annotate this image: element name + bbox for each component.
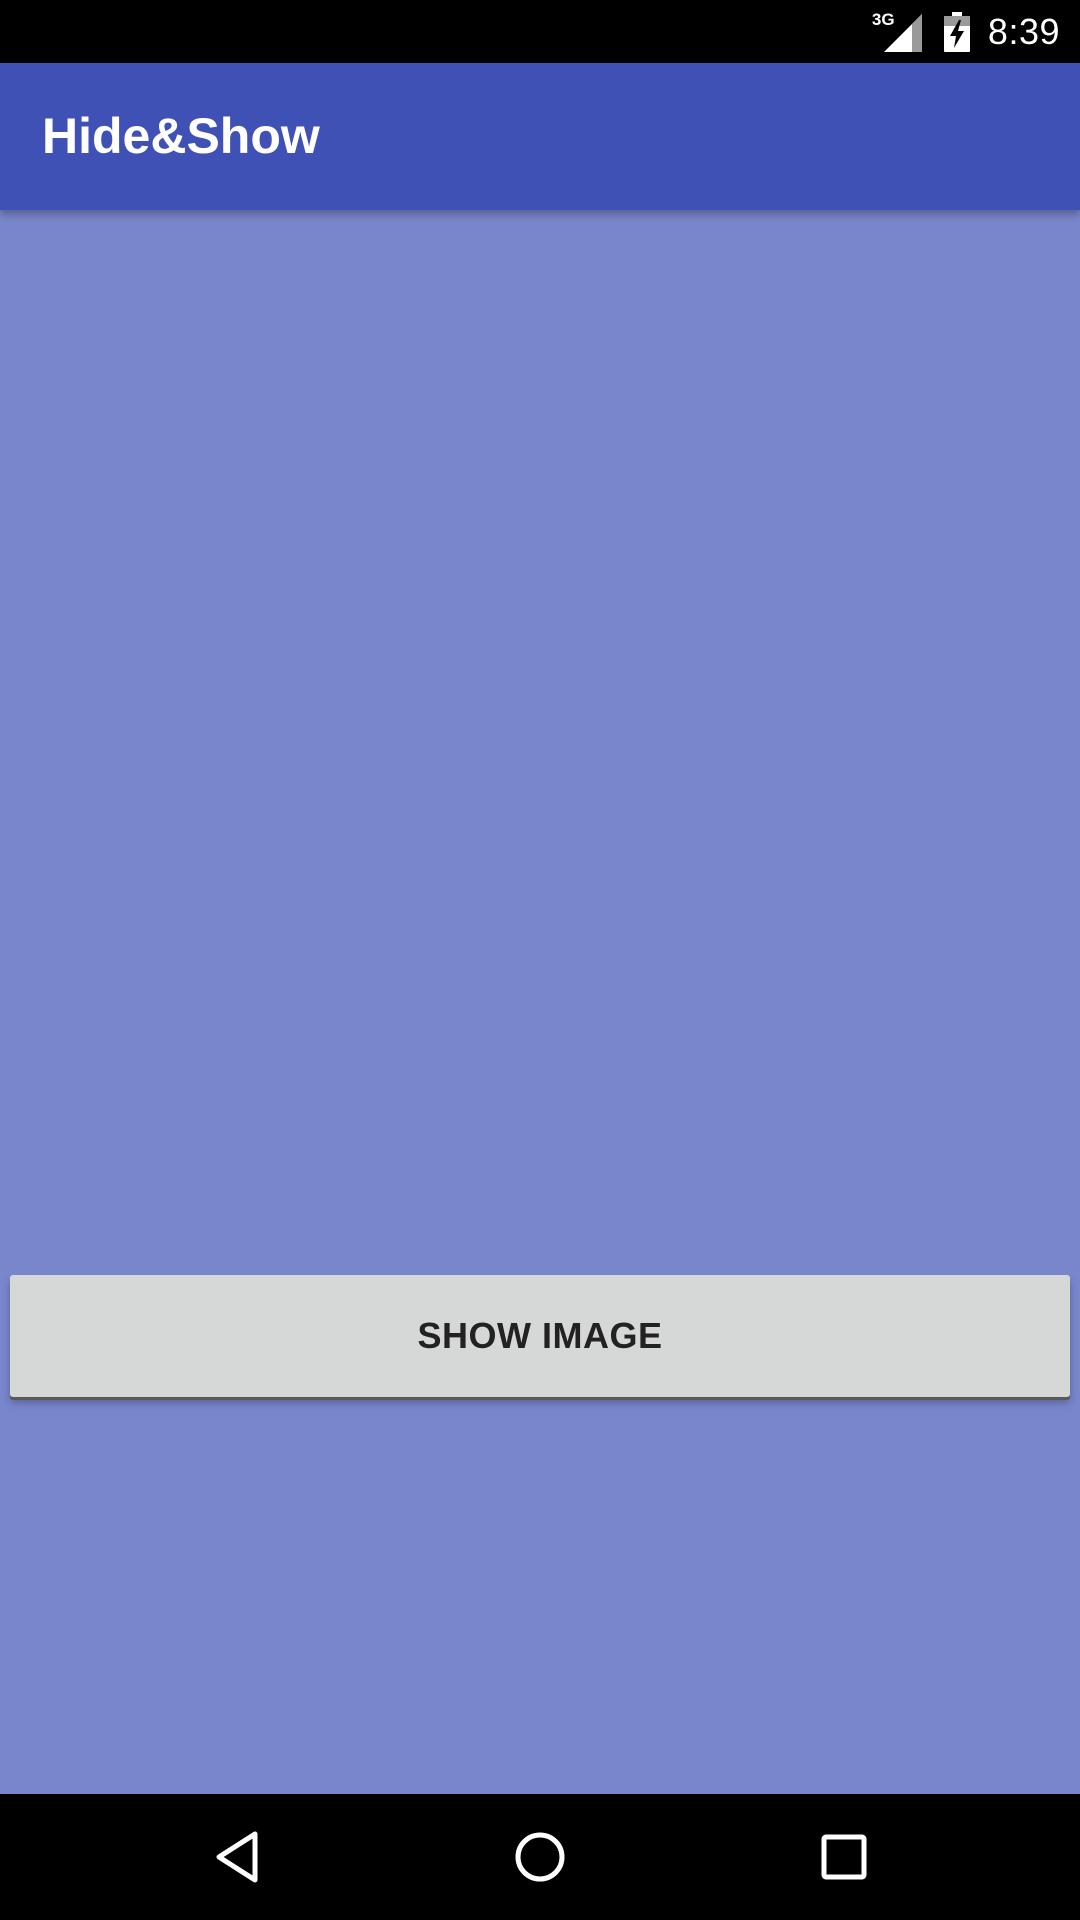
recents-icon[interactable] bbox=[784, 1794, 904, 1920]
status-clock: 8:39 bbox=[987, 10, 1060, 52]
signal-icon: 3G bbox=[872, 10, 922, 52]
battery-charging-icon bbox=[943, 11, 970, 52]
show-image-button[interactable]: SHOW IMAGE bbox=[10, 1275, 1070, 1397]
status-bar: 3G 8:39 bbox=[0, 0, 1080, 63]
status-icons: 3G 8:39 bbox=[872, 0, 1060, 63]
screen: 3G 8:39 Hide&Show SHOW IMAGE bbox=[0, 0, 1080, 1920]
back-icon[interactable] bbox=[177, 1794, 297, 1920]
app-bar: Hide&Show bbox=[0, 63, 1080, 210]
navigation-bar bbox=[0, 1794, 1080, 1920]
app-title: Hide&Show bbox=[42, 108, 320, 164]
home-icon[interactable] bbox=[480, 1794, 600, 1920]
